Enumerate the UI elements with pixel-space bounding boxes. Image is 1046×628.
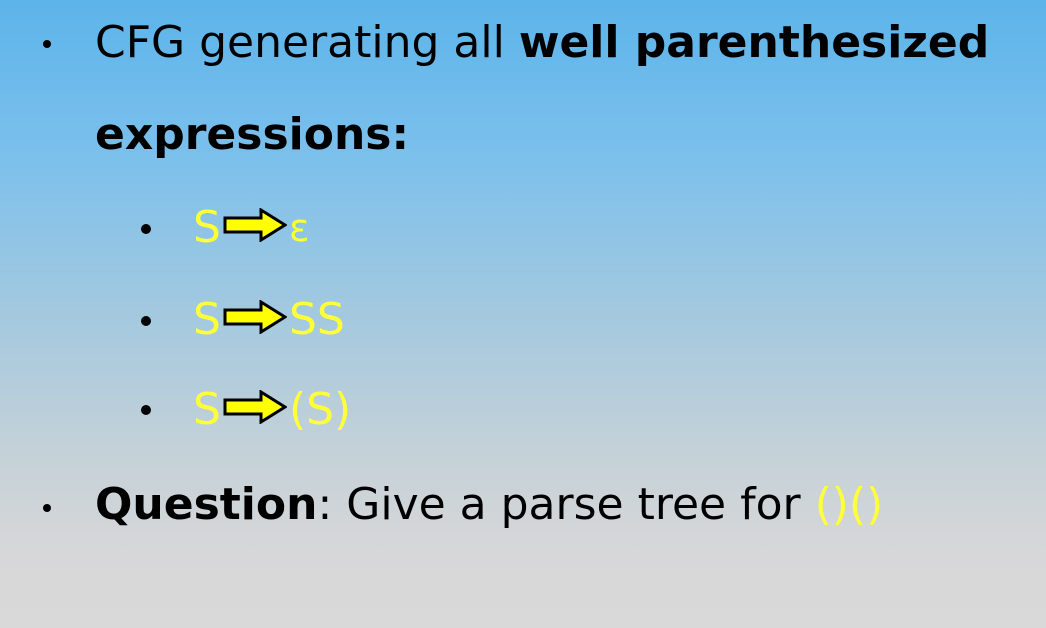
cfg-colon: : xyxy=(391,109,410,160)
rule-rhs: ε xyxy=(288,206,310,250)
question-label: Question xyxy=(95,479,318,530)
rule-rhs: (S) xyxy=(288,384,352,435)
bullet-dot xyxy=(141,224,151,234)
rule-item: S ε xyxy=(193,198,309,258)
right-arrow-icon xyxy=(223,290,288,350)
question-colon: : xyxy=(317,479,333,530)
bullet-cfg-line-1: CFG generating all well parenthesized xyxy=(95,13,989,73)
rule-lhs: S xyxy=(193,384,221,435)
rule-rhs: SS xyxy=(288,294,345,345)
bullet-cfg-line-2: expressions: xyxy=(95,105,409,165)
question-line: Question: Give a parse tree for ()() xyxy=(95,475,883,535)
bullet-dot xyxy=(141,316,151,326)
rule-lhs: S xyxy=(193,294,221,345)
cfg-bold-text-2: expressions xyxy=(95,109,392,160)
right-arrow-icon xyxy=(223,198,288,258)
cfg-intro-text: CFG generating all xyxy=(95,17,519,68)
right-arrow-icon xyxy=(223,380,288,440)
bullet-dot xyxy=(141,405,151,415)
rule-item: S (S) xyxy=(193,380,351,440)
rule-item: S SS xyxy=(193,290,345,350)
question-text: Give a parse tree for xyxy=(332,479,815,530)
slide: CFG generating all well parenthesized ex… xyxy=(0,0,1046,628)
bullet-dot xyxy=(43,40,51,48)
rule-lhs: S xyxy=(193,202,221,253)
question-expression: ()() xyxy=(814,479,884,530)
bullet-dot xyxy=(43,504,51,512)
cfg-bold-text: well parenthesized xyxy=(518,17,990,68)
